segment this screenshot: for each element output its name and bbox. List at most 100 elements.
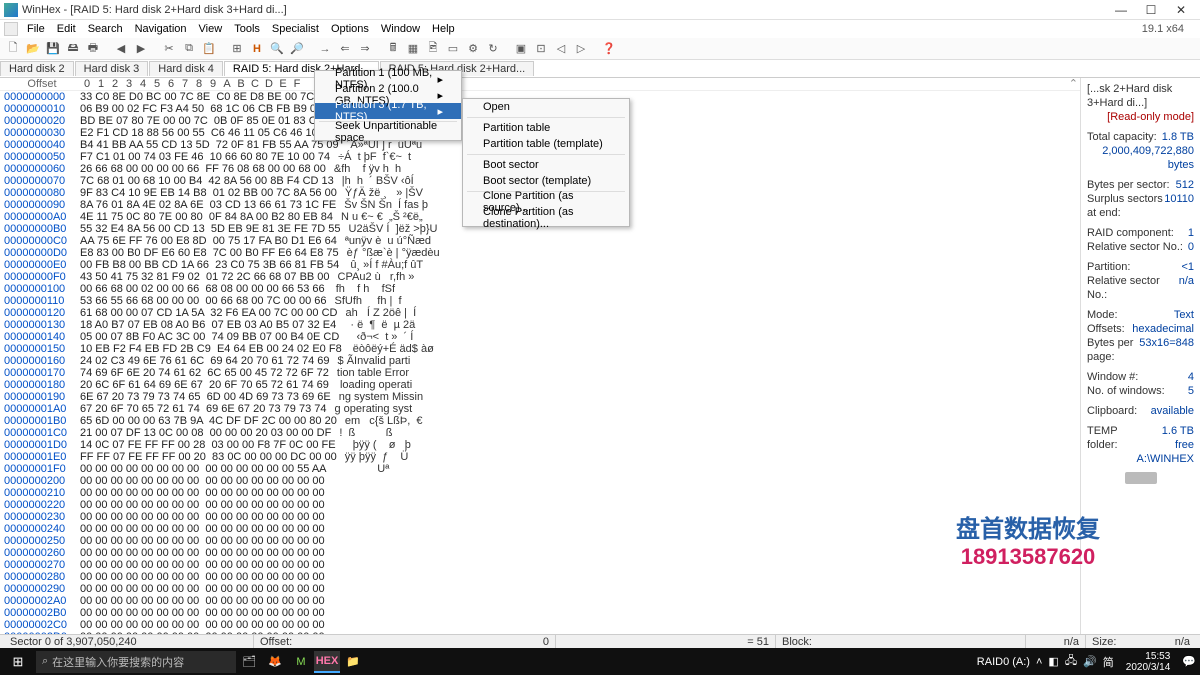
menu-tools[interactable]: Tools	[229, 23, 265, 35]
toolbar-search-icon[interactable]: 🔍	[268, 40, 286, 58]
toolbar-ram-icon[interactable]: ▭	[444, 40, 462, 58]
hex-row[interactable]: 00000001E0FF FF 07 FE FF FF 00 20 83 0C …	[4, 451, 1080, 463]
hex-scroll-up-icon[interactable]: ⌃	[1069, 78, 1080, 90]
hex-ascii[interactable]: ! ß ß	[339, 427, 392, 439]
tray-chevron-up-icon[interactable]: ˄	[1036, 656, 1042, 668]
hex-row[interactable]: 000000027000 00 00 00 00 00 00 00 00 00 …	[4, 559, 1080, 571]
hex-ascii[interactable]	[333, 571, 382, 583]
hex-bytes[interactable]: 00 00 00 00 00 00 00 00 00 00 00 00 00 0…	[80, 463, 327, 475]
menu-view[interactable]: View	[194, 23, 228, 35]
hex-bytes[interactable]: E8 83 00 B0 DF E6 60 E8 7C 00 B0 FF E6 6…	[80, 247, 339, 259]
tray-notification-icon[interactable]: 💬	[1182, 655, 1196, 668]
hex-bytes[interactable]: 00 00 00 00 00 00 00 00 00 00 00 00 00 0…	[80, 583, 325, 595]
hex-row[interactable]: 000000025000 00 00 00 00 00 00 00 00 00 …	[4, 535, 1080, 547]
hex-row[interactable]: 00000001906E 67 20 73 79 73 74 65 6D 00 …	[4, 391, 1080, 403]
hex-ascii[interactable]: ‹ð¬< t » ´ Í	[347, 331, 413, 343]
toolbar-copy-icon[interactable]: ⧉	[180, 40, 198, 58]
toolbar-save-icon[interactable]: 💾	[44, 40, 62, 58]
hex-ascii[interactable]: ÿÿ þÿÿ ƒ Ü	[345, 451, 415, 463]
tray-volume-icon[interactable]: 🔊	[1083, 655, 1097, 668]
ctx-open[interactable]: Open	[463, 99, 629, 115]
hex-bytes[interactable]: FF FF 07 FE FF FF 00 20 83 0C 00 00 00 D…	[80, 451, 337, 463]
hex-row[interactable]: 00000002B000 00 00 00 00 00 00 00 00 00 …	[4, 607, 1080, 619]
hex-bytes[interactable]: 00 00 00 00 00 00 00 00 00 00 00 00 00 0…	[80, 523, 325, 535]
hex-row[interactable]: 00000000E000 FB B8 00 BB CD 1A 66 23 C0 …	[4, 259, 1080, 271]
menu-search[interactable]: Search	[83, 23, 128, 35]
hex-bytes[interactable]: B4 41 BB AA 55 CD 13 5D 72 0F 81 FB 55 A…	[80, 139, 339, 151]
hex-row[interactable]: 000000029000 00 00 00 00 00 00 00 00 00 …	[4, 583, 1080, 595]
toolbar-new-icon[interactable]: 🗋	[4, 40, 22, 58]
hex-row[interactable]: 00000001B065 6D 00 00 00 63 7B 9A 4C DF …	[4, 415, 1080, 427]
hex-bytes[interactable]: 18 A0 B7 07 EB 08 A0 B6 07 EB 03 A0 B5 0…	[80, 319, 336, 331]
hex-bytes[interactable]: 6E 67 20 73 79 73 74 65 6D 00 4D 69 73 7…	[80, 391, 331, 403]
hex-ascii[interactable]: em c{š LßÞ, €	[345, 415, 426, 427]
hex-bytes[interactable]: 00 00 00 00 00 00 00 00 00 00 00 00 00 0…	[80, 499, 325, 511]
hex-ascii[interactable]: SfUfh fh | f	[335, 295, 402, 307]
toolbar-window-icon[interactable]: ⊡	[532, 40, 550, 58]
hex-ascii[interactable]: ŸƒÄ žë ¸ » |ŠV	[345, 187, 426, 199]
toolbar-goto-icon[interactable]: →	[316, 40, 334, 58]
toolbar-hex-icon[interactable]: H	[248, 40, 266, 58]
taskbar-app-1[interactable]: 🗂	[236, 651, 262, 673]
hex-bytes[interactable]: 00 00 00 00 00 00 00 00 00 00 00 00 00 0…	[80, 619, 325, 631]
hex-row[interactable]: 00000002D000 00 00 00 00 00 00 00 00 00 …	[4, 631, 1080, 634]
hex-bytes[interactable]: 53 66 55 66 68 00 00 00 00 66 68 00 7C 0…	[80, 295, 327, 307]
close-button[interactable]: ✕	[1166, 3, 1196, 17]
hex-row[interactable]: 000000023000 00 00 00 00 00 00 00 00 00 …	[4, 511, 1080, 523]
hex-row[interactable]: 00000002A000 00 00 00 00 00 00 00 00 00 …	[4, 595, 1080, 607]
hex-bytes[interactable]: 10 EB F2 F4 EB FD 2B C9 E4 64 EB 00 24 0…	[80, 343, 342, 355]
toolbar-cut-icon[interactable]: ✂	[160, 40, 178, 58]
toolbar-print-icon[interactable]: 🖶	[84, 40, 102, 58]
hex-ascii[interactable]: èƒ °ßæ`è | °ÿædèu	[347, 247, 440, 259]
hex-bytes[interactable]: 21 00 07 DF 13 0C 00 08 00 00 00 20 03 0…	[80, 427, 331, 439]
tray-network-icon[interactable]: 🖧	[1065, 652, 1077, 671]
tray-clock[interactable]: 15:53 2020/3/14	[1120, 651, 1177, 673]
ctx-clone-destination[interactable]: Clone Partition (as destination)...	[463, 210, 629, 226]
hex-ascii[interactable]: tion table Error	[337, 367, 409, 379]
hex-ascii[interactable]: &fh f ÿv h h	[334, 163, 404, 175]
hex-row[interactable]: 00000001A067 20 6F 70 65 72 61 74 69 6E …	[4, 403, 1080, 415]
hex-bytes[interactable]: 00 00 00 00 00 00 00 00 00 00 00 00 00 0…	[80, 511, 325, 523]
hex-bytes[interactable]: E2 F1 CD 18 88 56 00 55 C6 46 11 05 C6 4…	[80, 127, 333, 139]
hex-ascii[interactable]: |h h ´ BŠV ‹ôÍ	[342, 175, 417, 187]
hex-row[interactable]: 00000001C021 00 07 DF 13 0C 00 08 00 00 …	[4, 427, 1080, 439]
toolbar-findhex-icon[interactable]: 🔎	[288, 40, 306, 58]
menu-window[interactable]: Window	[376, 23, 425, 35]
hex-row[interactable]: 000000017074 69 6F 6E 20 74 61 62 6C 65 …	[4, 367, 1080, 379]
hex-bytes[interactable]: 65 6D 00 00 00 63 7B 9A 4C DF DF 2C 00 0…	[80, 415, 337, 427]
ctx-partition-table[interactable]: Partition table	[463, 120, 629, 136]
hex-bytes[interactable]: 26 66 68 00 00 00 00 66 FF 76 08 68 00 0…	[80, 163, 326, 175]
toolbar-open-icon[interactable]: 📂	[24, 40, 42, 58]
menu-navigation[interactable]: Navigation	[130, 23, 192, 35]
menu-options[interactable]: Options	[326, 23, 374, 35]
hex-bytes[interactable]: 43 50 41 75 32 81 F9 02 01 72 2C 66 68 0…	[80, 271, 330, 283]
hex-bytes[interactable]: 00 00 00 00 00 00 00 00 00 00 00 00 00 0…	[80, 535, 325, 547]
taskbar-search[interactable]: ⌕ 在这里输入你要搜索的内容	[36, 651, 236, 673]
hex-bytes[interactable]: 00 FB B8 00 BB CD 1A 66 23 C0 75 3B 66 8…	[80, 259, 339, 271]
hex-ascii[interactable]	[333, 583, 382, 595]
hex-bytes[interactable]: AA 75 6E FF 76 00 E8 8D 00 75 17 FA B0 D…	[80, 235, 337, 247]
hex-ascii[interactable]	[333, 559, 382, 571]
menu-help[interactable]: Help	[427, 23, 460, 35]
tab-hard-disk-4[interactable]: Hard disk 4	[149, 61, 223, 76]
hex-bytes[interactable]: 00 00 00 00 00 00 00 00 00 00 00 00 00 0…	[80, 571, 325, 583]
toolbar-redo-icon[interactable]: ▶	[132, 40, 150, 58]
hex-bytes[interactable]: 8A 76 01 8A 4E 02 8A 6E 03 CD 13 66 61 7…	[80, 199, 336, 211]
hex-row[interactable]: 00000000C0AA 75 6E FF 76 00 E8 8D 00 75 …	[4, 235, 1080, 247]
hex-row[interactable]: 00000001D014 0C 07 FE FF FF 00 28 03 00 …	[4, 439, 1080, 451]
hex-bytes[interactable]: 14 0C 07 FE FF FF 00 28 03 00 00 F8 7F 0…	[80, 439, 336, 451]
hex-ascii[interactable]: g operating syst	[335, 403, 413, 415]
toolbar-calc-icon[interactable]: 🖩	[384, 40, 402, 58]
hex-bytes[interactable]: 00 66 68 00 02 00 00 66 68 08 00 00 00 6…	[80, 283, 325, 295]
hex-bytes[interactable]: 7C 68 01 00 68 10 00 B4 42 8A 56 00 8B F…	[80, 175, 334, 187]
hex-ascii[interactable]	[333, 607, 382, 619]
hex-ascii[interactable]	[333, 595, 382, 607]
hex-bytes[interactable]: 4E 11 75 0C 80 7E 00 80 0F 84 8A 00 B2 8…	[80, 211, 333, 223]
hex-row[interactable]: 000000020000 00 00 00 00 00 00 00 00 00 …	[4, 475, 1080, 487]
hex-bytes[interactable]: 9F 83 C4 10 9E EB 14 B8 01 02 BB 00 7C 8…	[80, 187, 337, 199]
toolbar-fwd-icon[interactable]: ⇒	[356, 40, 374, 58]
hex-ascii[interactable]: Uª	[335, 463, 390, 475]
hex-bytes[interactable]: 06 B9 00 02 FC F3 A4 50 68 1C 06 CB FB B…	[80, 103, 337, 115]
hex-ascii[interactable]	[333, 511, 382, 523]
taskbar-firefox-icon[interactable]: 🦊	[262, 651, 288, 673]
